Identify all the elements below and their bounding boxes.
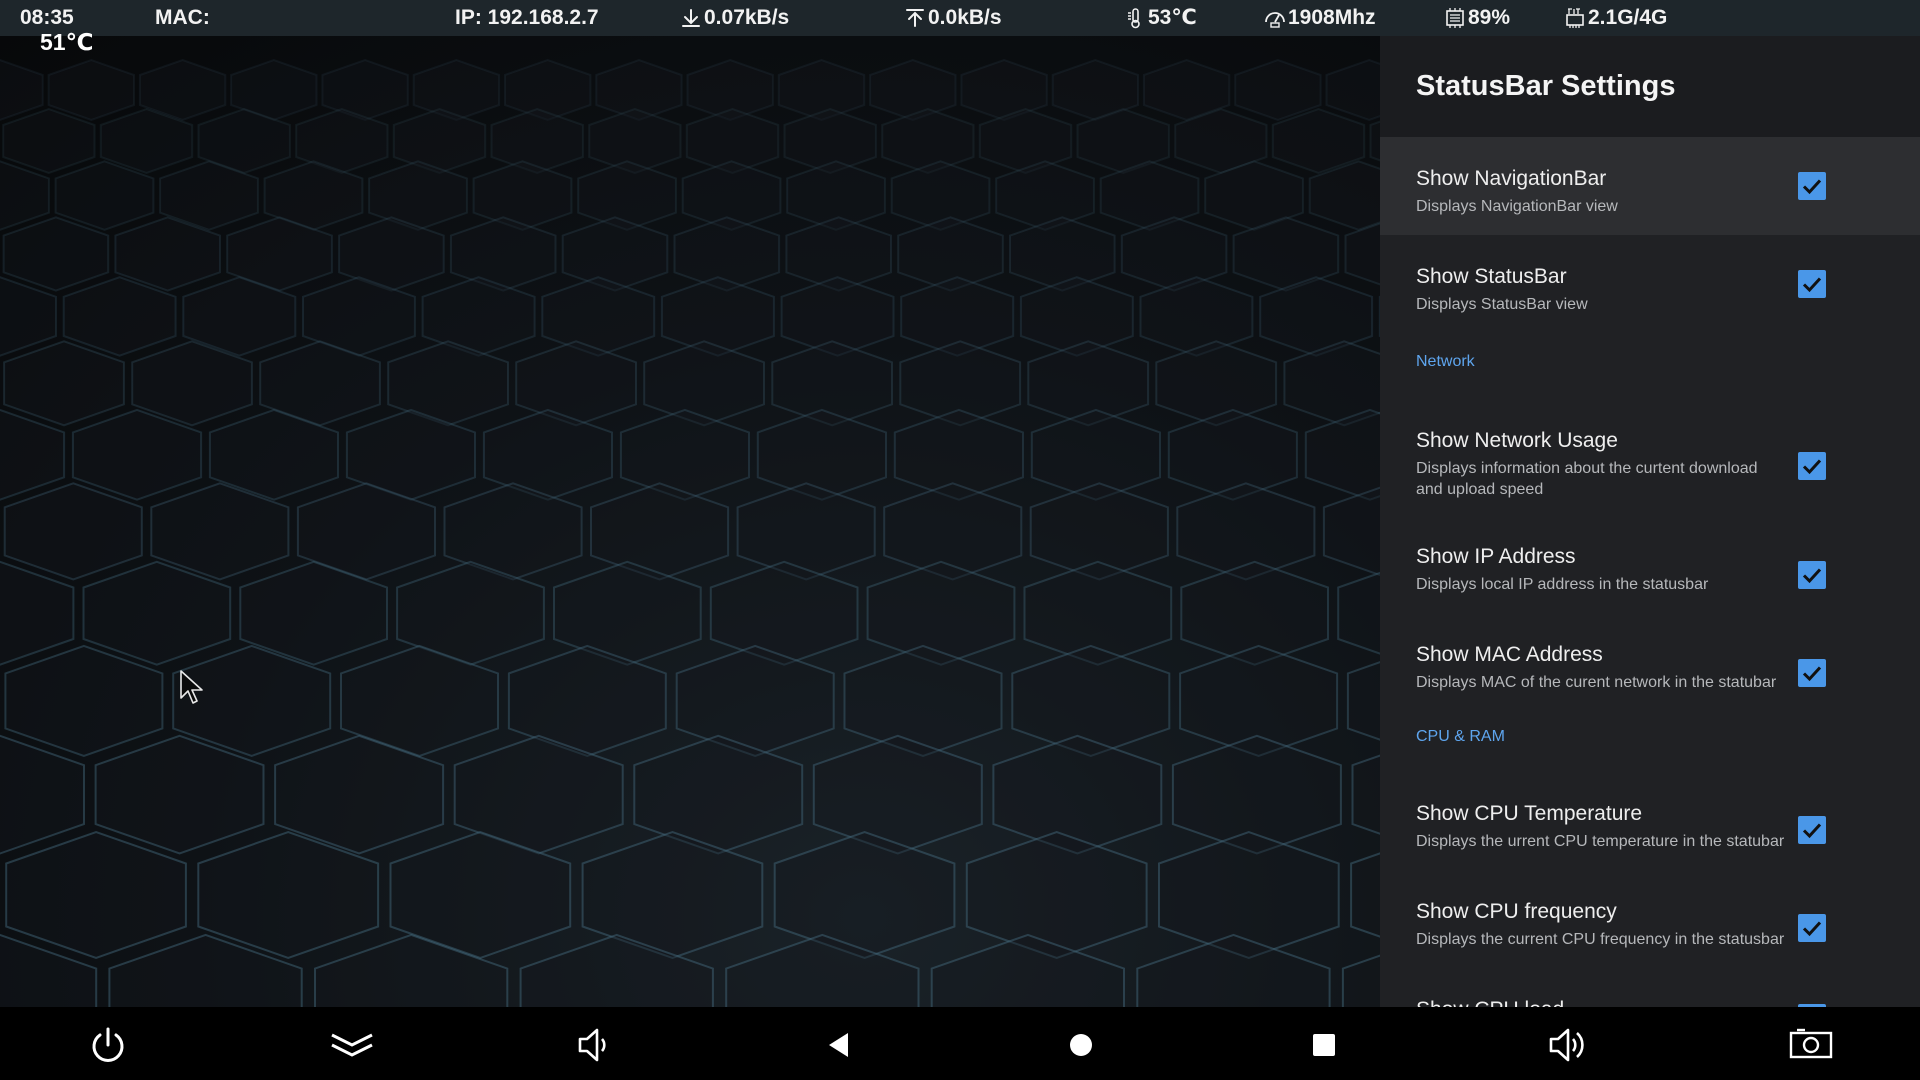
pref-title: Show CPU load (1416, 998, 1564, 1007)
pref-title: Show CPU Temperature (1416, 802, 1643, 825)
cpu-freq-value: 1908Mhz (1288, 6, 1376, 29)
mouse-pointer-icon (180, 670, 204, 706)
statusbar-cpu-temp: 53℃ (1124, 0, 1197, 36)
pref-summary: Displays local IP address in the statusb… (1416, 576, 1709, 593)
pref-show-cpu-frequency[interactable]: Show CPU frequency Displays the current … (1380, 870, 1920, 968)
home-icon[interactable] (1059, 1023, 1103, 1067)
pref-title: Show Network Usage (1416, 429, 1618, 452)
status-bar: 08:35 MAC: IP: 192.168.2.7 0.07kB/s 0.0k… (0, 0, 1920, 36)
statusbar-download: 0.07kB/s (680, 0, 789, 36)
pref-summary: Displays StatusBar view (1416, 296, 1588, 313)
pref-title: Show NavigationBar (1416, 167, 1607, 190)
pref-summary: Displays the urrent CPU temperature in t… (1416, 833, 1785, 850)
collapse-chevrons-icon[interactable] (330, 1023, 374, 1067)
pref-show-navigationbar[interactable]: Show NavigationBar Displays NavigationBa… (1380, 137, 1920, 235)
statusbar-settings-panel: StatusBar Settings Show NavigationBar Di… (1380, 36, 1920, 1007)
checkbox-checked[interactable] (1798, 452, 1826, 480)
statusbar-mac: MAC: (155, 6, 210, 29)
pref-title: Show CPU frequency (1416, 900, 1617, 923)
statusbar-cpu-load: 89% (1444, 0, 1510, 36)
checkbox-checked[interactable] (1798, 561, 1826, 589)
pref-title: Show IP Address (1416, 545, 1576, 568)
volume-down-icon[interactable] (572, 1023, 616, 1067)
pref-summary: Displays information about the curtent d… (1416, 460, 1758, 498)
checkbox-checked[interactable] (1798, 914, 1826, 942)
category-network: Network (1416, 353, 1475, 370)
pref-title: Show MAC Address (1416, 643, 1603, 666)
thermometer-icon (1124, 7, 1146, 29)
upload-arrow-icon (904, 7, 926, 29)
pref-summary: Displays the current CPU frequency in th… (1416, 931, 1785, 948)
screen: 08:35 MAC: IP: 192.168.2.7 0.07kB/s 0.0k… (0, 0, 1920, 1080)
cpu-gauge-icon (1264, 7, 1286, 29)
category-cpu-ram: CPU & RAM (1416, 728, 1505, 745)
pref-show-ip-address[interactable]: Show IP Address Displays local IP addres… (1380, 516, 1920, 614)
page-title: StatusBar Settings (1416, 70, 1676, 102)
overlay-temperature: 51℃ (40, 29, 94, 55)
power-icon[interactable] (86, 1023, 130, 1067)
volume-up-icon[interactable] (1546, 1023, 1590, 1067)
download-arrow-icon (680, 7, 702, 29)
checkbox-checked[interactable] (1798, 172, 1826, 200)
upload-speed: 0.0kB/s (928, 6, 1002, 29)
statusbar-cpu-freq: 1908Mhz (1264, 0, 1376, 36)
cpu-chip-icon (1444, 7, 1466, 29)
ram-chip-icon (1564, 7, 1586, 29)
settings-header: StatusBar Settings (1380, 36, 1920, 137)
navigation-bar (0, 1007, 1920, 1080)
pref-show-network-usage[interactable]: Show Network Usage Displays information … (1380, 396, 1920, 516)
cpu-load-value: 89% (1468, 6, 1511, 29)
checkbox-checked[interactable] (1798, 816, 1826, 844)
back-icon[interactable] (816, 1023, 860, 1067)
cpu-temp-value: 53℃ (1148, 6, 1197, 29)
pref-show-cpu-temperature[interactable]: Show CPU Temperature Displays the urrent… (1380, 772, 1920, 870)
ram-value: 2.1G/4G (1588, 6, 1668, 29)
recents-icon[interactable] (1302, 1023, 1346, 1067)
checkbox-checked[interactable] (1798, 270, 1826, 298)
pref-show-mac-address[interactable]: Show MAC Address Displays MAC of the cur… (1380, 614, 1920, 712)
pref-show-statusbar[interactable]: Show StatusBar Displays StatusBar view (1380, 235, 1920, 333)
checkbox-checked[interactable] (1798, 659, 1826, 687)
statusbar-ram: 2.1G/4G (1564, 0, 1667, 36)
statusbar-ip: IP: 192.168.2.7 (455, 6, 599, 29)
statusbar-upload: 0.0kB/s (904, 0, 1002, 36)
pref-summary: Displays MAC of the curent network in th… (1416, 674, 1777, 691)
pref-show-cpu-load[interactable]: Show CPU load (1380, 968, 1920, 1007)
pref-title: Show StatusBar (1416, 265, 1567, 288)
download-speed: 0.07kB/s (704, 6, 790, 29)
screenshot-icon[interactable] (1789, 1023, 1833, 1067)
pref-summary: Displays NavigationBar view (1416, 198, 1618, 215)
